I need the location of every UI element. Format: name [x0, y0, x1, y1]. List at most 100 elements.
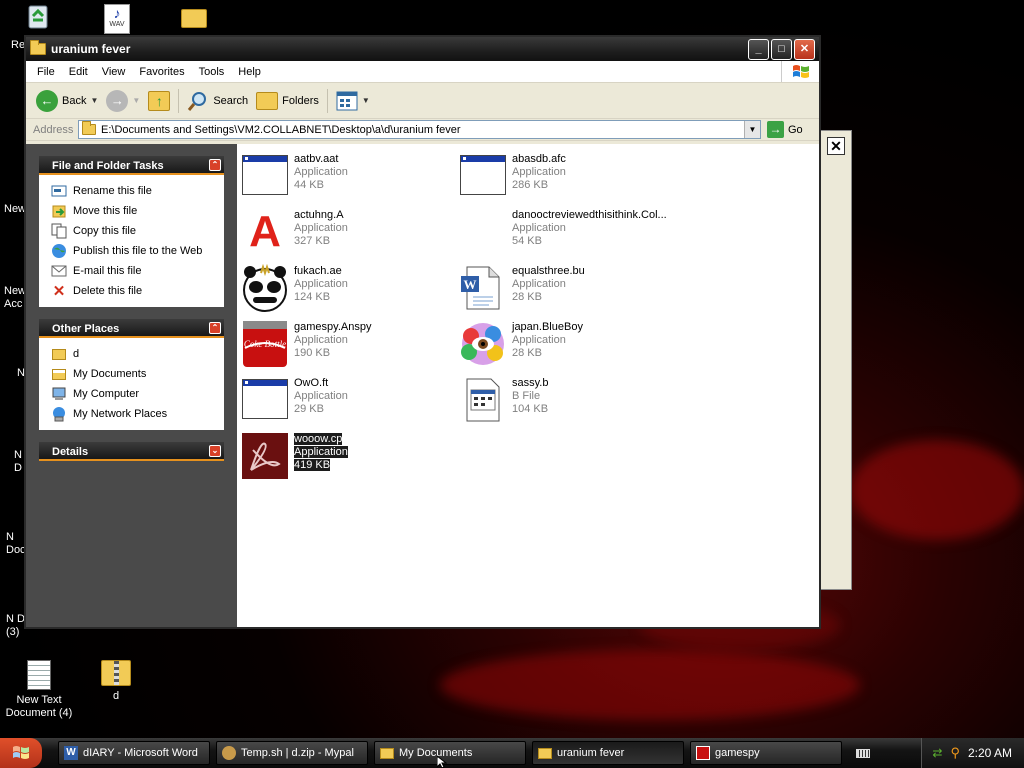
- folders-button[interactable]: Folders: [252, 87, 323, 115]
- desktop-icon-d[interactable]: d: [78, 660, 154, 703]
- panel-header[interactable]: Details ⌄: [39, 442, 224, 461]
- system-tray: ⇄ ⚲ 2:20 AM: [921, 738, 1024, 768]
- file-item[interactable]: sassy.b B File 104 KB: [459, 376, 669, 426]
- file-list[interactable]: aatbv.aat Application 44 KB abasdb.afc Appl…: [237, 144, 819, 627]
- recycle-bin-icon[interactable]: [24, 2, 52, 30]
- minimize-button[interactable]: _: [748, 38, 769, 60]
- collapse-icon[interactable]: ⌃: [209, 159, 221, 171]
- title-bar[interactable]: uranium fever _ □ ✕: [26, 37, 819, 61]
- background-window[interactable]: ✕: [818, 130, 852, 590]
- move-icon: [51, 203, 67, 219]
- panel-header[interactable]: Other Places ⌃: [39, 319, 224, 338]
- place-my-network[interactable]: My Network Places: [51, 404, 224, 424]
- taskbar-button-word[interactable]: W dIARY - Microsoft Word: [58, 741, 210, 765]
- search-icon: [188, 91, 207, 111]
- task-delete[interactable]: ✕ Delete this file: [51, 281, 224, 301]
- network-tray-icon[interactable]: ⇄: [932, 746, 942, 760]
- chevron-down-icon[interactable]: ▼: [362, 96, 370, 105]
- red-a-icon: A: [249, 207, 281, 256]
- panel-header[interactable]: File and Folder Tasks ⌃: [39, 156, 224, 175]
- folder-icon: [51, 346, 67, 362]
- task-email[interactable]: E-mail this file: [51, 261, 224, 281]
- back-arrow-icon: ←: [36, 89, 58, 112]
- application-window-icon: [241, 152, 289, 200]
- file-item[interactable]: danooctreviewedthisithink.Col... Applicat…: [459, 208, 689, 258]
- menu-file[interactable]: File: [30, 66, 62, 78]
- chevron-down-icon[interactable]: ▼: [132, 96, 140, 105]
- file-item[interactable]: Coke Bottle gamespy.Anspy Application 190 …: [241, 320, 451, 370]
- views-button[interactable]: ▼: [332, 87, 374, 115]
- svg-text:W: W: [464, 277, 477, 292]
- maximize-button[interactable]: □: [771, 38, 792, 60]
- task-pane: File and Folder Tasks ⌃ Rename this file…: [26, 144, 237, 627]
- file-item-selected[interactable]: wooow.cp Application 419 KB: [241, 432, 451, 482]
- task-move[interactable]: Move this file: [51, 201, 224, 221]
- expand-icon[interactable]: ⌄: [209, 445, 221, 457]
- desktop-icon-label[interactable]: New Acc: [4, 285, 26, 311]
- browser-icon: [222, 746, 236, 760]
- go-button[interactable]: → Go: [767, 121, 815, 138]
- desktop-icon-label[interactable]: N Doc: [6, 531, 26, 557]
- application-window-icon: [241, 376, 289, 424]
- toolbar-separator: [326, 88, 328, 113]
- wav-file-icon[interactable]: ♪ WAV: [104, 4, 130, 34]
- chevron-down-icon[interactable]: ▼: [90, 96, 98, 105]
- forward-button[interactable]: → ▼: [102, 87, 144, 115]
- file-item[interactable]: W equalsthree.bu Application 28 KB: [459, 264, 669, 314]
- panda-icon: [241, 263, 289, 312]
- task-publish[interactable]: Publish this file to the Web: [51, 241, 224, 261]
- file-item[interactable]: OwO.ft Application 29 KB: [241, 376, 451, 426]
- wallpaper-glow: [440, 650, 860, 720]
- taskbar-button-mypal[interactable]: Temp.sh | d.zip - Mypal: [216, 741, 368, 765]
- close-icon[interactable]: ✕: [827, 137, 845, 155]
- back-button[interactable]: ← Back ▼: [32, 87, 102, 115]
- folder-icon: [82, 121, 96, 135]
- chevron-down-icon[interactable]: ▼: [744, 121, 760, 138]
- desktop-icon-new-text-document[interactable]: New Text Document (4): [1, 660, 77, 720]
- search-tray-icon[interactable]: ⚲: [950, 745, 960, 761]
- file-item[interactable]: aatbv.aat Application 44 KB: [241, 152, 451, 202]
- details-panel: Details ⌄: [39, 442, 224, 461]
- acrobat-icon: [241, 432, 289, 480]
- file-item[interactable]: fukach.ae Application 124 KB: [241, 263, 451, 314]
- email-icon: [51, 263, 67, 279]
- up-folder-button[interactable]: ↑: [144, 87, 174, 115]
- gamespy-icon: [696, 746, 710, 760]
- up-folder-icon: ↑: [148, 90, 171, 111]
- menu-tools[interactable]: Tools: [192, 66, 232, 78]
- file-item[interactable]: japan.BlueBoy Application 28 KB: [459, 320, 669, 370]
- notepad-icon: [27, 660, 51, 690]
- mouse-cursor-icon: [437, 756, 447, 768]
- colorful-eye-icon: [459, 320, 507, 368]
- place-my-documents[interactable]: My Documents: [51, 364, 224, 384]
- task-rename[interactable]: Rename this file: [51, 181, 224, 201]
- task-copy[interactable]: Copy this file: [51, 221, 224, 241]
- place-my-computer[interactable]: My Computer: [51, 384, 224, 404]
- file-item[interactable]: abasdb.afc Application 286 KB: [459, 152, 669, 202]
- menu-edit[interactable]: Edit: [62, 66, 95, 78]
- file-item[interactable]: A actuhng.A Application 327 KB: [241, 208, 451, 258]
- application-window-icon: [459, 152, 507, 200]
- search-button[interactable]: Search: [183, 87, 252, 115]
- folder-icon: [30, 40, 46, 55]
- views-grid-icon: [336, 91, 358, 110]
- desktop-icon-label[interactable]: Re: [11, 39, 25, 52]
- address-label: Address: [33, 123, 74, 136]
- menu-view[interactable]: View: [95, 66, 133, 78]
- close-button[interactable]: ✕: [794, 38, 815, 60]
- place-d[interactable]: d: [51, 344, 224, 364]
- explorer-window[interactable]: uranium fever _ □ ✕ File Edit View Favor…: [24, 35, 821, 629]
- start-button[interactable]: [0, 738, 42, 768]
- zip-folder-icon: [101, 660, 131, 686]
- taskbar-button-gamespy[interactable]: gamespy: [690, 741, 842, 765]
- collapse-icon[interactable]: ⌃: [209, 322, 221, 334]
- desktop-icon-label[interactable]: New: [4, 203, 26, 216]
- taskbar-button-my-documents[interactable]: My Documents: [374, 741, 526, 765]
- clock[interactable]: 2:20 AM: [968, 746, 1012, 760]
- folder-icon[interactable]: [181, 9, 207, 28]
- menu-favorites[interactable]: Favorites: [132, 66, 191, 78]
- taskbar-button-uranium-fever[interactable]: uranium fever: [532, 741, 684, 765]
- address-input[interactable]: E:\Documents and Settings\VM2.COLLABNET\…: [78, 120, 761, 139]
- keyboard-icon[interactable]: [856, 748, 870, 758]
- menu-help[interactable]: Help: [231, 66, 268, 78]
